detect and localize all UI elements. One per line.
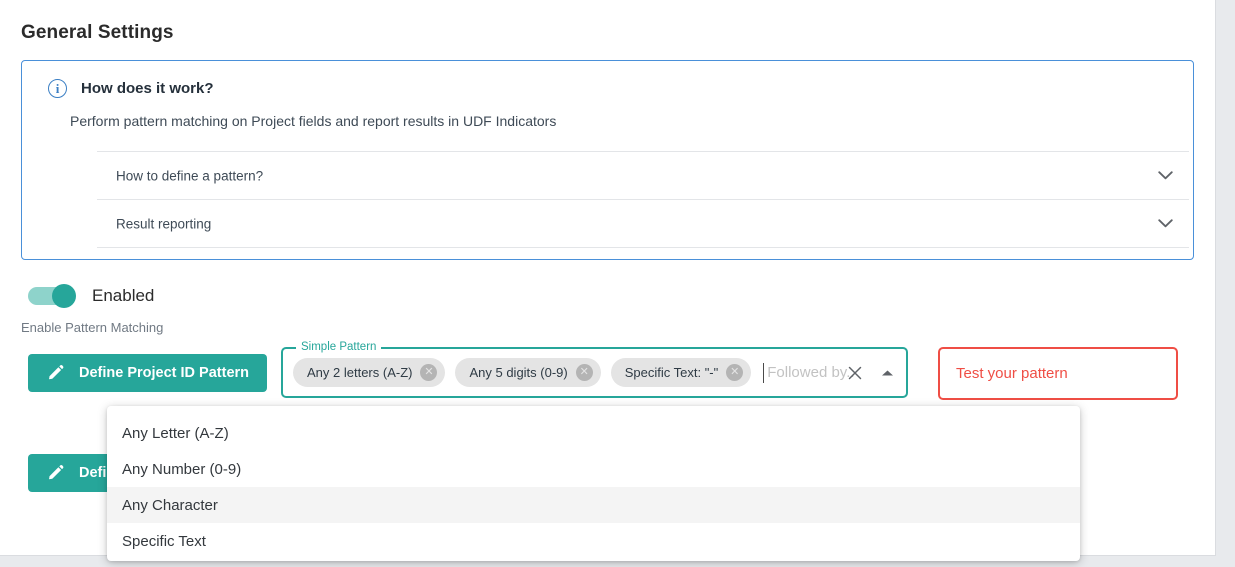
dropdown-item-label: Any Number (0-9): [122, 461, 241, 478]
pattern-type-dropdown[interactable]: Any Letter (A-Z) Any Number (0-9) Any Ch…: [107, 406, 1080, 561]
toggle-helper-text: Enable Pattern Matching: [21, 320, 163, 335]
info-card-description: Perform pattern matching on Project fiel…: [70, 113, 556, 129]
page-title: General Settings: [21, 22, 174, 44]
accordion-label: How to define a pattern?: [116, 168, 263, 183]
accordion-label: Result reporting: [116, 216, 211, 231]
toggle-label: Enabled: [92, 286, 154, 306]
chip-label: Specific Text: "-": [625, 365, 719, 380]
info-card-header: i How does it work?: [48, 79, 214, 98]
info-card-title: How does it work?: [81, 80, 214, 97]
dropdown-item-label: Any Letter (A-Z): [122, 425, 229, 442]
close-icon[interactable]: [846, 364, 864, 382]
enable-pattern-matching-toggle[interactable]: Enabled: [28, 284, 154, 308]
chevron-down-icon[interactable]: [1155, 166, 1175, 186]
chip-label: Any 5 digits (0-9): [469, 365, 567, 380]
simple-pattern-field[interactable]: Simple Pattern Any 2 letters (A-Z) ✕ Any…: [281, 347, 908, 398]
pattern-input-placeholder: Followed by..: [767, 364, 854, 381]
dropdown-item-any-number[interactable]: Any Number (0-9): [107, 451, 1080, 487]
button-label: Defi: [79, 465, 106, 481]
dropdown-item-label: Any Character: [122, 497, 218, 514]
settings-page: General Settings i How does it work? Per…: [0, 0, 1216, 556]
pattern-chip[interactable]: Any 5 digits (0-9) ✕: [455, 358, 600, 387]
accordion-result-reporting[interactable]: Result reporting: [97, 199, 1189, 247]
button-label: Define Project ID Pattern: [79, 365, 249, 381]
test-pattern-placeholder: Test your pattern: [956, 365, 1068, 382]
dropdown-item-specific-text[interactable]: Specific Text: [107, 523, 1080, 559]
close-circle-icon[interactable]: ✕: [420, 364, 437, 381]
define-project-id-pattern-button[interactable]: Define Project ID Pattern: [28, 354, 267, 392]
dropdown-item-any-letter[interactable]: Any Letter (A-Z): [107, 415, 1080, 451]
chevron-down-icon[interactable]: [1155, 214, 1175, 234]
toggle-switch[interactable]: [28, 284, 76, 308]
dropdown-item-any-character[interactable]: Any Character: [107, 487, 1080, 523]
toggle-knob: [52, 284, 76, 308]
pattern-chip-list: Any 2 letters (A-Z) ✕ Any 5 digits (0-9)…: [293, 349, 855, 396]
dropdown-item-label: Specific Text: [122, 533, 206, 550]
accordion-how-to-define-a-pattern[interactable]: How to define a pattern?: [97, 151, 1189, 199]
pattern-field-actions: [846, 349, 896, 396]
chevron-up-icon[interactable]: [878, 364, 896, 382]
close-circle-icon[interactable]: ✕: [726, 364, 743, 381]
chip-label: Any 2 letters (A-Z): [307, 365, 412, 380]
info-circle-icon: i: [48, 79, 67, 98]
test-your-pattern-input[interactable]: Test your pattern: [938, 347, 1178, 400]
how-does-it-work-card: i How does it work? Perform pattern matc…: [21, 60, 1194, 260]
pencil-icon: [46, 464, 65, 483]
close-circle-icon[interactable]: ✕: [576, 364, 593, 381]
pattern-text-input[interactable]: Followed by..: [763, 363, 854, 383]
pattern-chip[interactable]: Specific Text: "-" ✕: [611, 358, 752, 387]
pencil-icon: [46, 364, 65, 383]
accordion-bottom-divider: [97, 247, 1189, 248]
text-caret: [763, 363, 764, 383]
pattern-chip[interactable]: Any 2 letters (A-Z) ✕: [293, 358, 445, 387]
